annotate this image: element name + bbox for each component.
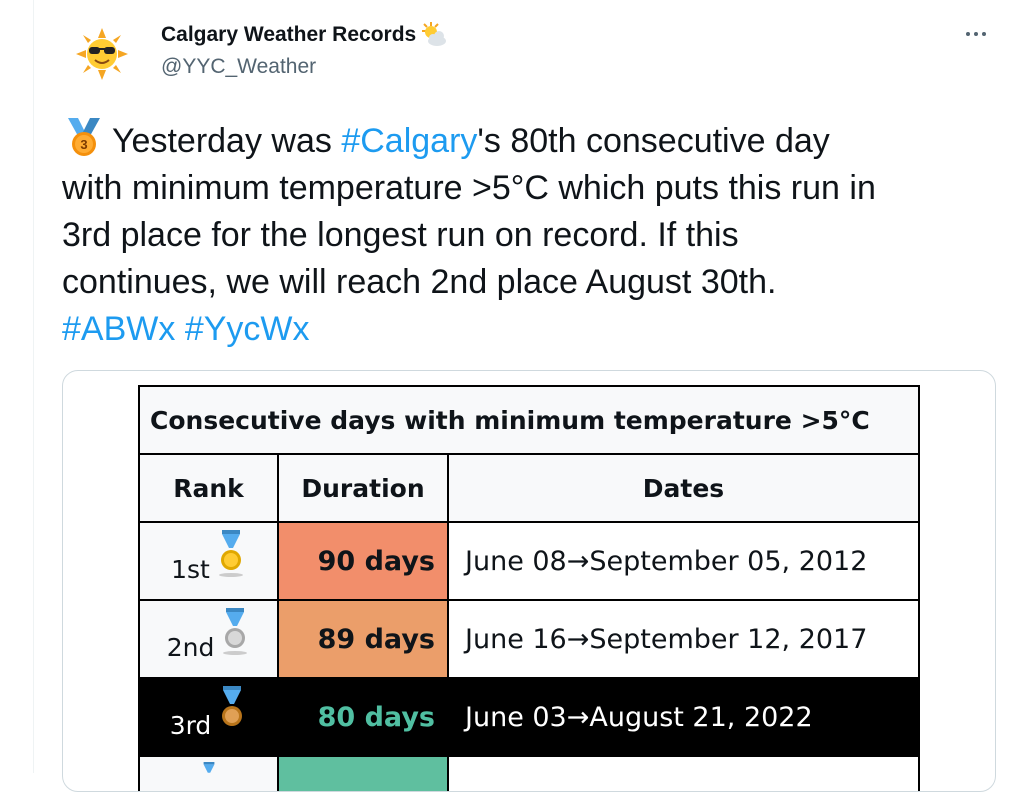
table-title: Consecutive days with minimum temperatur… [138,385,920,455]
dates-cell: June 16→September 12, 2017 [447,599,920,679]
duration-cell: 90 days [277,521,449,601]
table-row: 2nd 89 days June 16→September 12, 2017 [138,599,920,679]
tweet-line-1: 3 Yesterday was #Calgary's 80th consecut… [62,118,1002,165]
dates-cell [447,755,920,791]
tweet-hashtags: #ABWx #YycWx [62,306,1002,353]
duration-cell [277,755,449,791]
table-row-highlighted: 3rd 80 days June 03→August 21, 2022 [138,677,920,757]
dates-cell: June 03→August 21, 2022 [447,677,920,757]
account-name-row[interactable]: Calgary Weather Records [161,20,449,50]
timeline-divider [33,0,34,773]
rank-label: 3rd [169,711,212,740]
sun-behind-cloud-icon [422,22,447,46]
rank-label: 1st [171,555,210,584]
more-options-icon[interactable] [958,22,994,46]
tweet-line-2: with minimum temperature >5°C which puts… [62,169,876,207]
column-header-duration: Duration [277,453,449,523]
duration-cell: 89 days [277,599,449,679]
hashtag-link-calgary[interactable]: #Calgary [341,122,477,160]
medal-icon [203,762,214,773]
hashtag-link-yycwx[interactable]: #YycWx [185,310,310,348]
tweet-text-segment: 's 80th consecutive day [477,122,830,160]
duration-cell: 80 days [277,677,449,757]
tweet-text: 3 Yesterday was #Calgary's 80th consecut… [62,118,1002,353]
rank-cell: 2nd [138,599,279,679]
tweet-line-3: 3rd place for the longest run on record.… [62,216,739,254]
records-table: Consecutive days with minimum temperatur… [138,385,920,791]
third-place-medal-icon: 3 [68,118,100,156]
rank-cell [138,755,279,791]
gold-medal-icon [218,530,243,577]
table-row: 1st 90 days June 08→September 05, 2012 [138,521,920,601]
column-header-rank: Rank [138,453,279,523]
column-header-dates: Dates [447,453,920,523]
tweet-line-4: continues, we will reach 2nd place Augus… [62,263,777,301]
account-handle[interactable]: @YYC_Weather [161,55,316,79]
bronze-medal-icon [222,686,243,726]
tweet-media-image[interactable]: Consecutive days with minimum temperatur… [62,370,996,792]
table-row-partial [138,755,920,791]
rank-cell: 1st [138,521,279,601]
silver-medal-icon [223,608,248,655]
svg-text:3: 3 [80,137,87,152]
sunglasses-sun-icon[interactable] [74,26,130,82]
rank-label: 2nd [166,633,215,662]
dates-cell: June 08→September 05, 2012 [447,521,920,601]
tweet-text-segment: Yesterday was [112,122,342,160]
rank-cell: 3rd [138,677,279,757]
display-name[interactable]: Calgary Weather Records [161,23,416,47]
hashtag-link-abwx[interactable]: #ABWx [62,310,175,348]
